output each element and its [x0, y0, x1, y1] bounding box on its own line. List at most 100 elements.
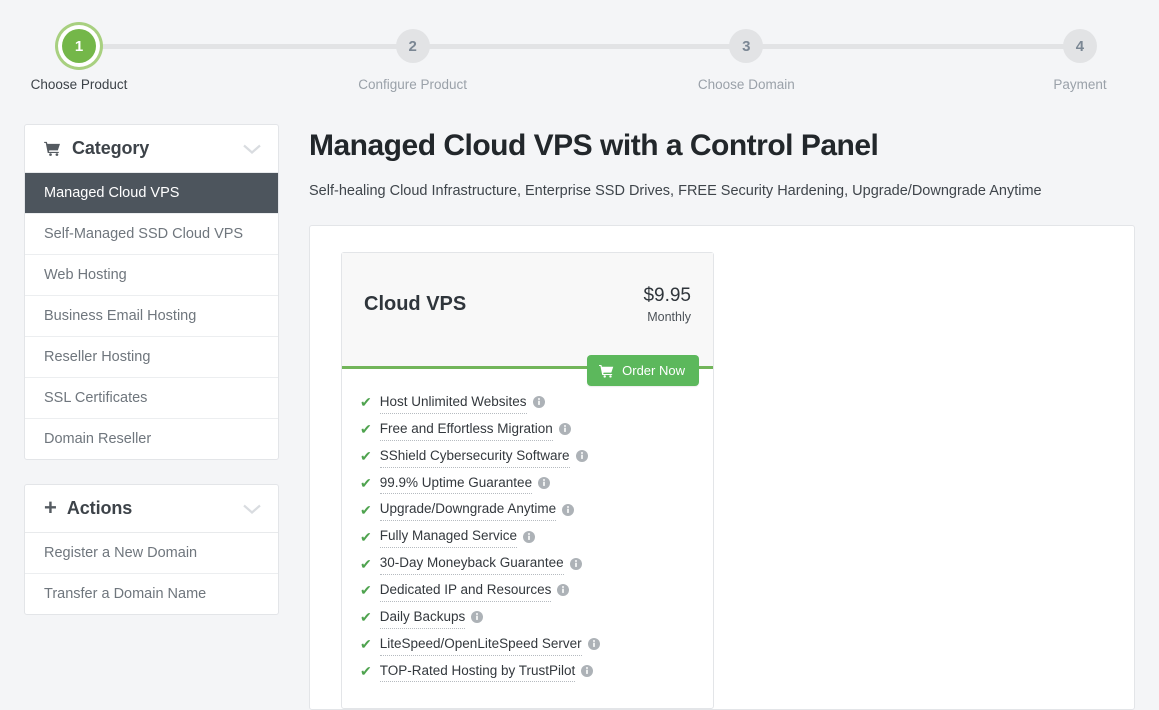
sidebar-item-label: Business Email Hosting	[44, 308, 196, 324]
check-icon: ✔	[360, 395, 372, 409]
category-panel: Category Managed Cloud VPS Self-Managed …	[24, 124, 279, 460]
sidebar-item-business-email-hosting[interactable]: Business Email Hosting	[25, 296, 278, 337]
plus-icon: +	[44, 497, 57, 519]
sidebar-item-label: Managed Cloud VPS	[44, 185, 179, 201]
actions-panel-header[interactable]: + Actions	[25, 485, 278, 533]
cart-icon	[44, 141, 61, 156]
sidebar-item-label: Register a New Domain	[44, 545, 197, 561]
info-icon[interactable]	[570, 558, 582, 570]
product-list-container: Cloud VPS $9.95 Monthly Order No	[309, 225, 1135, 710]
product-price-block: $9.95 Monthly	[643, 285, 691, 324]
stepper-steps: 1 Choose Product 2 Configure Product 3 C…	[0, 0, 1159, 92]
stepper-step-4-number: 4	[1063, 29, 1097, 63]
product-feature-list: ✔ Host Unlimited Websites ✔ Free a	[342, 369, 713, 708]
page-title: Managed Cloud VPS with a Control Panel	[309, 129, 1135, 163]
check-icon: ✔	[360, 476, 372, 490]
sidebar-item-label: Reseller Hosting	[44, 349, 150, 365]
stepper-step-1-label: Choose Product	[31, 77, 128, 92]
category-panel-title: Category	[72, 138, 242, 159]
sidebar-item-label: SSL Certificates	[44, 390, 147, 406]
actions-panel-title: Actions	[67, 498, 242, 519]
info-icon[interactable]	[562, 504, 574, 516]
list-item: ✔ SShield Cybersecurity Software	[360, 443, 691, 470]
feature-label[interactable]: 30-Day Moneyback Guarantee	[380, 552, 564, 575]
list-item: ✔ Daily Backups	[360, 604, 691, 631]
list-item: ✔ 99.9% Uptime Guarantee	[360, 470, 691, 497]
actions-panel: + Actions Register a New Domain Transfer…	[24, 484, 279, 615]
sidebar-item-self-managed-ssd-cloud-vps[interactable]: Self-Managed SSD Cloud VPS	[25, 214, 278, 255]
stepper-step-2-label: Configure Product	[358, 77, 467, 92]
check-icon: ✔	[360, 530, 372, 544]
sidebar-item-label: Self-Managed SSD Cloud VPS	[44, 226, 243, 242]
list-item: ✔ Dedicated IP and Resources	[360, 577, 691, 604]
stepper-step-4[interactable]: 4 Payment	[1047, 0, 1113, 92]
sidebar-item-transfer-a-domain-name[interactable]: Transfer a Domain Name	[25, 574, 278, 614]
list-item: ✔ 30-Day Moneyback Guarantee	[360, 550, 691, 577]
sidebar-item-domain-reseller[interactable]: Domain Reseller	[25, 419, 278, 459]
feature-label[interactable]: Daily Backups	[380, 606, 466, 629]
list-item: ✔ Fully Managed Service	[360, 523, 691, 550]
check-icon: ✔	[360, 422, 372, 436]
sidebar-item-managed-cloud-vps[interactable]: Managed Cloud VPS	[25, 173, 278, 214]
product-name: Cloud VPS	[364, 293, 466, 316]
check-icon: ✔	[360, 583, 372, 597]
sidebar-item-register-a-new-domain[interactable]: Register a New Domain	[25, 533, 278, 574]
sidebar-item-ssl-certificates[interactable]: SSL Certificates	[25, 378, 278, 419]
chevron-down-icon[interactable]	[242, 143, 262, 155]
stepper-step-3-label: Choose Domain	[698, 77, 795, 92]
sidebar: Category Managed Cloud VPS Self-Managed …	[24, 124, 279, 639]
stepper-step-1-number: 1	[62, 29, 96, 63]
list-item: ✔ LiteSpeed/OpenLiteSpeed Server	[360, 631, 691, 658]
sidebar-item-label: Domain Reseller	[44, 431, 151, 447]
check-icon: ✔	[360, 637, 372, 651]
info-icon[interactable]	[588, 638, 600, 650]
info-icon[interactable]	[538, 477, 550, 489]
order-now-button[interactable]: Order Now	[587, 355, 699, 386]
feature-label[interactable]: Dedicated IP and Resources	[380, 579, 552, 602]
stepper-step-2[interactable]: 2 Configure Product	[380, 0, 446, 92]
category-panel-header[interactable]: Category	[25, 125, 278, 173]
product-price: $9.95	[643, 285, 691, 307]
stepper-step-2-number: 2	[396, 29, 430, 63]
chevron-down-icon[interactable]	[242, 503, 262, 515]
list-item: ✔ Host Unlimited Websites	[360, 389, 691, 416]
info-icon[interactable]	[576, 450, 588, 462]
check-icon: ✔	[360, 503, 372, 517]
info-icon[interactable]	[581, 665, 593, 677]
stepper-step-1[interactable]: 1 Choose Product	[46, 0, 112, 92]
stepper-step-3[interactable]: 3 Choose Domain	[713, 0, 779, 92]
feature-label[interactable]: 99.9% Uptime Guarantee	[380, 472, 532, 495]
info-icon[interactable]	[559, 423, 571, 435]
page-subtitle: Self-healing Cloud Infrastructure, Enter…	[309, 183, 1135, 199]
cart-icon	[599, 364, 614, 378]
order-now-button-label: Order Now	[622, 363, 685, 378]
check-icon: ✔	[360, 449, 372, 463]
sidebar-item-label: Web Hosting	[44, 267, 127, 283]
list-item: ✔ Upgrade/Downgrade Anytime	[360, 496, 691, 523]
feature-label[interactable]: Host Unlimited Websites	[380, 391, 527, 414]
sidebar-item-label: Transfer a Domain Name	[44, 586, 206, 602]
info-icon[interactable]	[471, 611, 483, 623]
page-layout: Category Managed Cloud VPS Self-Managed …	[0, 110, 1159, 710]
feature-label[interactable]: Fully Managed Service	[380, 525, 517, 548]
info-icon[interactable]	[557, 584, 569, 596]
checkout-stepper: 1 Choose Product 2 Configure Product 3 C…	[0, 0, 1159, 110]
list-item: ✔ Free and Effortless Migration	[360, 416, 691, 443]
sidebar-item-reseller-hosting[interactable]: Reseller Hosting	[25, 337, 278, 378]
main-content: Managed Cloud VPS with a Control Panel S…	[309, 124, 1135, 710]
feature-label[interactable]: TOP-Rated Hosting by TrustPilot	[380, 660, 576, 683]
stepper-step-3-number: 3	[729, 29, 763, 63]
product-billing-cycle: Monthly	[643, 310, 691, 324]
stepper-step-4-label: Payment	[1053, 77, 1106, 92]
product-card-cloud-vps: Cloud VPS $9.95 Monthly Order No	[341, 252, 714, 709]
feature-label[interactable]: SShield Cybersecurity Software	[380, 445, 570, 468]
feature-label[interactable]: Upgrade/Downgrade Anytime	[380, 498, 556, 521]
info-icon[interactable]	[523, 531, 535, 543]
feature-label[interactable]: Free and Effortless Migration	[380, 418, 553, 441]
check-icon: ✔	[360, 610, 372, 624]
info-icon[interactable]	[533, 396, 545, 408]
product-card-header: Cloud VPS $9.95 Monthly	[342, 253, 713, 369]
sidebar-item-web-hosting[interactable]: Web Hosting	[25, 255, 278, 296]
check-icon: ✔	[360, 557, 372, 571]
feature-label[interactable]: LiteSpeed/OpenLiteSpeed Server	[380, 633, 582, 656]
